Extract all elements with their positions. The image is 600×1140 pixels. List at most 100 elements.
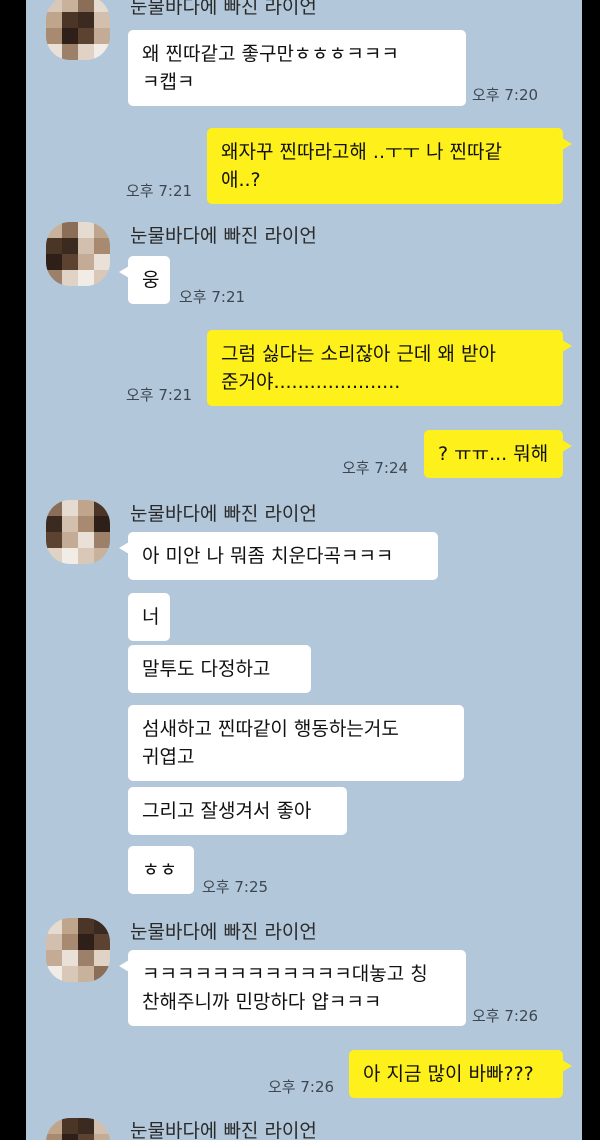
message-timestamp: 오후 7:21 — [126, 182, 193, 200]
avatar-mosaic-tile — [62, 934, 78, 950]
avatar-mosaic-tile — [46, 950, 62, 966]
avatar-mosaic-tile — [78, 254, 94, 270]
avatar-mosaic-tile — [78, 28, 94, 44]
avatar-mosaic-tile — [46, 548, 62, 564]
message-bubble-outgoing[interactable]: ? ㅠㅠ... 뭐해 — [424, 430, 572, 478]
avatar-mosaic-tile — [62, 254, 78, 270]
message-bubble-incoming[interactable]: 너 — [128, 593, 170, 641]
avatar-mosaic-tile — [78, 0, 94, 12]
avatar-mosaic-tile — [46, 500, 62, 516]
avatar-mosaic-tile — [94, 44, 110, 60]
message-bubble-incoming[interactable]: 말투도 다정하고 — [128, 645, 311, 693]
message-timestamp: 오후 7:26 — [268, 1078, 335, 1096]
profile-avatar-3[interactable] — [46, 500, 110, 564]
profile-avatar-1[interactable] — [46, 0, 110, 60]
avatar-mosaic-tile — [62, 0, 78, 12]
profile-avatar-5[interactable] — [46, 1118, 110, 1140]
avatar-mosaic-tile — [46, 12, 62, 28]
avatar-mosaic-tile — [78, 548, 94, 564]
avatar-mosaic-tile — [94, 1134, 110, 1140]
avatar-mosaic-tile — [94, 0, 110, 12]
avatar-mosaic-tile — [62, 28, 78, 44]
avatar-mosaic-tile — [46, 934, 62, 950]
sender-name: 눈물바다에 빠진 라이언 — [130, 921, 317, 943]
avatar-mosaic-tile — [94, 966, 110, 982]
avatar-mosaic-tile — [94, 270, 110, 286]
avatar-mosaic-tile — [46, 270, 62, 286]
avatar-mosaic-tile — [78, 270, 94, 286]
avatar-mosaic-tile — [94, 532, 110, 548]
avatar-mosaic-tile — [94, 12, 110, 28]
avatar-mosaic-tile — [94, 28, 110, 44]
avatar-mosaic-tile — [46, 222, 62, 238]
avatar-mosaic-tile — [62, 222, 78, 238]
avatar-mosaic-tile — [94, 950, 110, 966]
avatar-mosaic-tile — [46, 1134, 62, 1140]
message-bubble-incoming[interactable]: 아 미안 나 뭐좀 치운다곡ㅋㅋㅋ — [119, 532, 438, 580]
message-timestamp: 오후 7:24 — [342, 459, 409, 477]
message-bubble-outgoing[interactable]: 아 지금 많이 바빠??? — [349, 1050, 572, 1098]
message-timestamp: 오후 7:20 — [472, 86, 539, 104]
avatar-mosaic-tile — [78, 950, 94, 966]
avatar-mosaic-tile — [94, 500, 110, 516]
message-bubble-outgoing[interactable]: 그럼 싫다는 소리잖아 근데 왜 받아 준거야.................… — [207, 330, 572, 406]
avatar-mosaic-tile — [78, 516, 94, 532]
message-bubble-incoming[interactable]: ㅋㅋㅋㅋㅋㅋㅋㅋㅋㅋㅋㅋ대놓고 칭 찬해주니까 민망하다 얍ㅋㅋㅋ — [119, 950, 466, 1026]
avatar-mosaic-tile — [78, 222, 94, 238]
avatar-mosaic-tile — [62, 238, 78, 254]
avatar-mosaic-tile — [78, 238, 94, 254]
avatar-mosaic-tile — [46, 238, 62, 254]
avatar-mosaic-tile — [78, 1118, 94, 1134]
message-timestamp: 오후 7:26 — [472, 1007, 539, 1025]
avatar-mosaic-tile — [78, 532, 94, 548]
avatar-mosaic-tile — [94, 222, 110, 238]
avatar-mosaic-tile — [62, 532, 78, 548]
avatar-mosaic-tile — [78, 1134, 94, 1140]
avatar-mosaic-tile — [94, 238, 110, 254]
profile-avatar-2[interactable] — [46, 222, 110, 286]
avatar-mosaic-tile — [46, 28, 62, 44]
chat-room[interactable]: 눈물바다에 빠진 라이언 왜 찐따같고 좋구만ㅎㅎㅎㅋㅋㅋ ㅋ캡ㅋ 오후 7:2… — [26, 0, 582, 1140]
avatar-mosaic-tile — [62, 44, 78, 60]
message-bubble-incoming[interactable]: 그리고 잘생겨서 좋아 — [128, 787, 347, 835]
avatar-mosaic-tile — [62, 950, 78, 966]
message-bubble-incoming[interactable]: 섬새하고 찐따같이 행동하는거도 귀엽고 — [128, 705, 464, 781]
avatar-mosaic-tile — [46, 516, 62, 532]
message-bubble-incoming[interactable]: ㅎㅎ — [128, 846, 194, 894]
avatar-mosaic-tile — [62, 500, 78, 516]
avatar-mosaic-tile — [62, 966, 78, 982]
avatar-mosaic-tile — [46, 1118, 62, 1134]
message-timestamp: 오후 7:25 — [202, 878, 269, 896]
avatar-mosaic-tile — [78, 966, 94, 982]
avatar-mosaic-tile — [78, 500, 94, 516]
message-bubble-incoming[interactable]: 웅 — [119, 256, 170, 304]
avatar-mosaic-tile — [94, 1118, 110, 1134]
avatar-mosaic-tile — [62, 548, 78, 564]
profile-avatar-4[interactable] — [46, 918, 110, 982]
avatar-mosaic-tile — [62, 270, 78, 286]
avatar-mosaic-tile — [78, 934, 94, 950]
message-timestamp: 오후 7:21 — [179, 288, 246, 306]
sender-name: 눈물바다에 빠진 라이언 — [130, 1120, 317, 1140]
sender-name: 눈물바다에 빠진 라이언 — [130, 225, 317, 247]
avatar-mosaic-tile — [94, 254, 110, 270]
avatar-mosaic-tile — [46, 532, 62, 548]
avatar-mosaic-tile — [46, 918, 62, 934]
avatar-mosaic-tile — [78, 44, 94, 60]
avatar-mosaic-tile — [46, 0, 62, 12]
avatar-mosaic-tile — [62, 1134, 78, 1140]
message-bubble-outgoing[interactable]: 왜자꾸 찐따라고해 ..ㅜㅜ 나 찐따같 애..? — [207, 128, 572, 204]
avatar-mosaic-tile — [78, 12, 94, 28]
avatar-mosaic-tile — [62, 1118, 78, 1134]
avatar-mosaic-tile — [62, 918, 78, 934]
message-timestamp: 오후 7:21 — [126, 386, 193, 404]
sender-name: 눈물바다에 빠진 라이언 — [130, 0, 317, 18]
avatar-mosaic-tile — [94, 548, 110, 564]
sender-name: 눈물바다에 빠진 라이언 — [130, 503, 317, 525]
avatar-mosaic-tile — [46, 966, 62, 982]
message-bubble-incoming[interactable]: 왜 찐따같고 좋구만ㅎㅎㅎㅋㅋㅋ ㅋ캡ㅋ — [128, 30, 466, 106]
avatar-mosaic-tile — [78, 918, 94, 934]
avatar-mosaic-tile — [62, 12, 78, 28]
avatar-mosaic-tile — [94, 934, 110, 950]
avatar-mosaic-tile — [94, 516, 110, 532]
